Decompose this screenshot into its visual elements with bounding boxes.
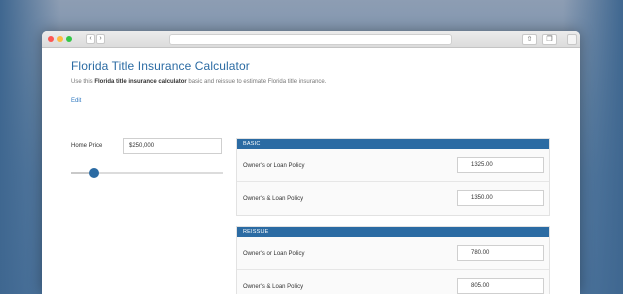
share-icon[interactable]: ⇧: [522, 34, 537, 45]
chevron-left-icon[interactable]: ‹: [86, 34, 95, 44]
home-price-input[interactable]: $250,000: [123, 138, 222, 154]
reissue-row-label: Owner's & Loan Policy: [243, 284, 304, 290]
browser-titlebar: ‹ › ⇧ ❐: [42, 31, 580, 48]
close-window-button[interactable]: [48, 36, 54, 42]
sidebar-toggle-icon[interactable]: [567, 34, 577, 45]
reissue-panel: REISSUE Owner's or Loan Policy 780.00 Ow…: [236, 226, 550, 294]
basic-row-label: Owner's & Loan Policy: [243, 196, 304, 202]
reissue-row-label: Owner's or Loan Policy: [243, 251, 305, 257]
chevron-right-icon[interactable]: ›: [96, 34, 105, 44]
minimize-window-button[interactable]: [57, 36, 63, 42]
basic-row-value[interactable]: 1350.00: [457, 190, 544, 206]
home-price-slider[interactable]: [71, 168, 223, 178]
intro-prefix: Use this: [71, 79, 95, 85]
tabs-icon[interactable]: ❐: [542, 34, 557, 45]
home-price-label: Home Price: [71, 143, 103, 149]
calculator-page: Florida Title Insurance Calculator Use t…: [71, 59, 571, 294]
reissue-heading: REISSUE: [237, 227, 549, 237]
basic-row: Owner's or Loan Policy 1325.00: [237, 149, 549, 182]
intro-text: Use this Florida title insurance calcula…: [71, 79, 571, 85]
basic-row-value[interactable]: 1325.00: [457, 157, 544, 173]
intro-suffix: basic and reissue to estimate Florida ti…: [186, 79, 327, 85]
reissue-row-value[interactable]: 780.00: [457, 245, 544, 261]
basic-row-label: Owner's or Loan Policy: [243, 163, 305, 169]
intro-bold: Florida title insurance calculator: [94, 79, 187, 85]
page-title: Florida Title Insurance Calculator: [71, 59, 250, 73]
slider-thumb[interactable]: [89, 168, 99, 178]
basic-row: Owner's & Loan Policy 1350.00: [237, 182, 549, 215]
basic-heading: BASIC: [237, 139, 549, 149]
browser-window: ‹ › ⇧ ❐ Florida Title Insurance Calculat…: [42, 31, 580, 294]
reissue-row: Owner's or Loan Policy 780.00: [237, 237, 549, 270]
home-price-row: Home Price $250,000: [71, 138, 223, 154]
edit-link[interactable]: Edit: [71, 98, 571, 104]
address-bar[interactable]: [169, 34, 452, 45]
reissue-row: Owner's & Loan Policy 805.00: [237, 270, 549, 294]
basic-panel: BASIC Owner's or Loan Policy 1325.00 Own…: [236, 138, 550, 216]
maximize-window-button[interactable]: [66, 36, 72, 42]
reissue-row-value[interactable]: 805.00: [457, 278, 544, 294]
